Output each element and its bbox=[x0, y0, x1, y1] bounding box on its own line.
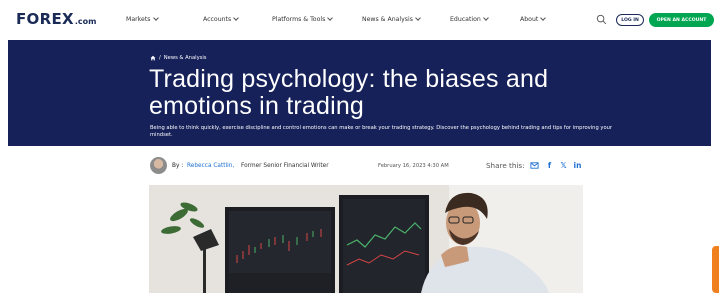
logo-tld: .com bbox=[74, 17, 97, 26]
open-account-button[interactable]: OPEN AN ACCOUNT bbox=[649, 13, 714, 27]
nav-item-label: Platforms & Tools bbox=[272, 16, 326, 23]
article-title: Trading psychology: the biases and emoti… bbox=[149, 65, 549, 120]
home-icon[interactable] bbox=[150, 55, 156, 61]
chevron-down-icon bbox=[152, 15, 159, 21]
author-link[interactable]: Rebecca Cattlin, bbox=[187, 163, 234, 169]
by-label: By : bbox=[172, 163, 184, 169]
author-role: Former Senior Financial Writer bbox=[241, 163, 329, 169]
mail-icon[interactable] bbox=[530, 161, 539, 170]
article-subtitle: Being able to think quickly, exercise di… bbox=[150, 125, 613, 138]
nav-item-about[interactable]: About bbox=[520, 15, 547, 23]
x-icon[interactable]: 𝕏 bbox=[559, 161, 568, 170]
nav-item-education[interactable]: Education bbox=[450, 15, 489, 23]
search-icon[interactable] bbox=[596, 14, 607, 25]
article-hero-image bbox=[149, 185, 583, 293]
author-avatar bbox=[150, 157, 167, 174]
chevron-down-icon bbox=[540, 15, 547, 21]
breadcrumb-link-news-analysis[interactable]: News & Analysis bbox=[164, 55, 207, 61]
trader-at-monitors-illustration bbox=[149, 185, 583, 293]
logo-brand: FOREX bbox=[16, 10, 74, 28]
nav-item-markets[interactable]: Markets bbox=[126, 15, 159, 23]
nav-item-label: Accounts bbox=[203, 16, 232, 23]
breadcrumb-separator: / bbox=[159, 55, 161, 61]
nav-item-news-analysis[interactable]: News & Analysis bbox=[362, 15, 421, 23]
nav-item-platforms-tools[interactable]: Platforms & Tools bbox=[272, 15, 334, 23]
chevron-down-icon bbox=[415, 15, 421, 21]
top-navigation: FOREX .com Markets Accounts Platforms & … bbox=[0, 0, 719, 40]
nav-item-label: Education bbox=[450, 16, 481, 23]
share-label: Share this: bbox=[486, 161, 525, 170]
nav-item-label: News & Analysis bbox=[362, 16, 413, 23]
linkedin-icon[interactable]: in bbox=[573, 161, 582, 170]
nav-item-accounts[interactable]: Accounts bbox=[203, 15, 240, 23]
login-button[interactable]: LOG IN bbox=[616, 14, 644, 26]
breadcrumb: / News & Analysis bbox=[150, 55, 206, 61]
forex-logo[interactable]: FOREX .com bbox=[16, 10, 97, 28]
nav-item-label: About bbox=[520, 16, 539, 23]
chevron-down-icon bbox=[327, 15, 334, 21]
article-hero-banner: / News & Analysis Trading psychology: th… bbox=[8, 40, 711, 146]
feedback-side-tab[interactable] bbox=[712, 246, 719, 293]
facebook-icon[interactable]: f bbox=[545, 161, 554, 170]
chevron-down-icon bbox=[233, 15, 240, 21]
chevron-down-icon bbox=[482, 15, 489, 21]
article-byline: By : Rebecca Cattlin, Former Senior Fina… bbox=[0, 152, 719, 180]
nav-item-label: Markets bbox=[126, 16, 151, 23]
publish-date: February 16, 2023 4:30 AM bbox=[378, 163, 449, 169]
